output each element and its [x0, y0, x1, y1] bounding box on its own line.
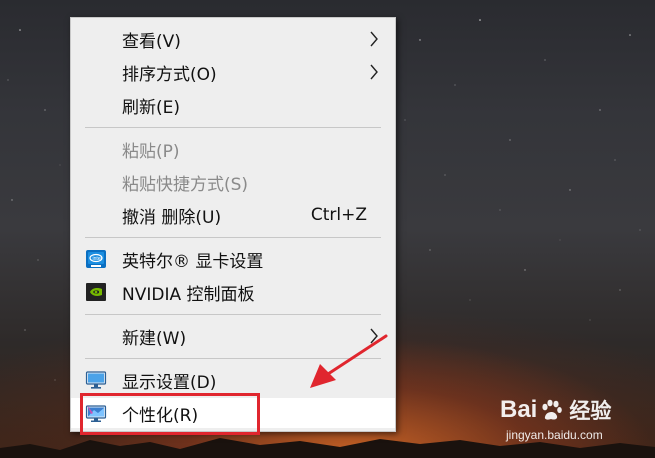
- annotation-highlight-box: [80, 393, 260, 435]
- menu-item-sort-by[interactable]: 排序方式(O): [71, 57, 395, 87]
- menu-separator: [85, 127, 381, 128]
- annotation-arrow-icon: [310, 334, 388, 388]
- watermark-logo-text-jingyan: 经验: [569, 400, 612, 423]
- intel-graphics-icon: intel: [86, 250, 106, 268]
- menu-item-intel-graphics[interactable]: intel 英特尔® 显卡设置: [71, 244, 395, 274]
- chevron-right-icon: [370, 31, 378, 47]
- menu-item-paste[interactable]: 粘贴(P): [71, 134, 395, 164]
- menu-separator: [85, 237, 381, 238]
- display-settings-icon: [85, 371, 107, 389]
- watermark-logo: Bai 经验: [500, 390, 650, 430]
- menu-item-nvidia-control-panel[interactable]: NVIDIA 控制面板: [71, 277, 395, 307]
- watermark-logo-text-bai: Bai: [500, 396, 538, 423]
- menu-separator: [85, 314, 381, 315]
- menu-item-view[interactable]: 查看(V): [71, 24, 395, 54]
- menu-item-label: NVIDIA 控制面板: [122, 284, 255, 305]
- baidu-jingyan-watermark: Bai 经验 jingyan.baidu.com: [500, 390, 650, 450]
- baidu-paw-icon: [542, 399, 563, 420]
- menu-item-label: 新建(W): [122, 328, 187, 349]
- menu-item-shortcut: Ctrl+Z: [310, 205, 367, 225]
- nvidia-icon: [86, 283, 106, 301]
- svg-text:intel: intel: [93, 256, 102, 262]
- menu-item-label: 显示设置(D): [122, 372, 217, 393]
- watermark-url: jingyan.baidu.com: [506, 428, 603, 442]
- menu-item-label: 排序方式(O): [122, 64, 217, 85]
- menu-item-undo-delete[interactable]: 撤消 删除(U) Ctrl+Z: [71, 200, 395, 230]
- chevron-right-icon: [370, 64, 378, 80]
- menu-item-label: 查看(V): [122, 31, 181, 52]
- menu-item-label: 撤消 删除(U): [122, 207, 222, 228]
- menu-item-label: 粘贴快捷方式(S): [122, 174, 249, 195]
- menu-item-label: 粘贴(P): [122, 141, 180, 162]
- menu-item-label: 刷新(E): [122, 97, 181, 118]
- menu-item-refresh[interactable]: 刷新(E): [71, 90, 395, 120]
- menu-item-label: 英特尔® 显卡设置: [122, 251, 264, 272]
- menu-item-paste-shortcut[interactable]: 粘贴快捷方式(S): [71, 167, 395, 197]
